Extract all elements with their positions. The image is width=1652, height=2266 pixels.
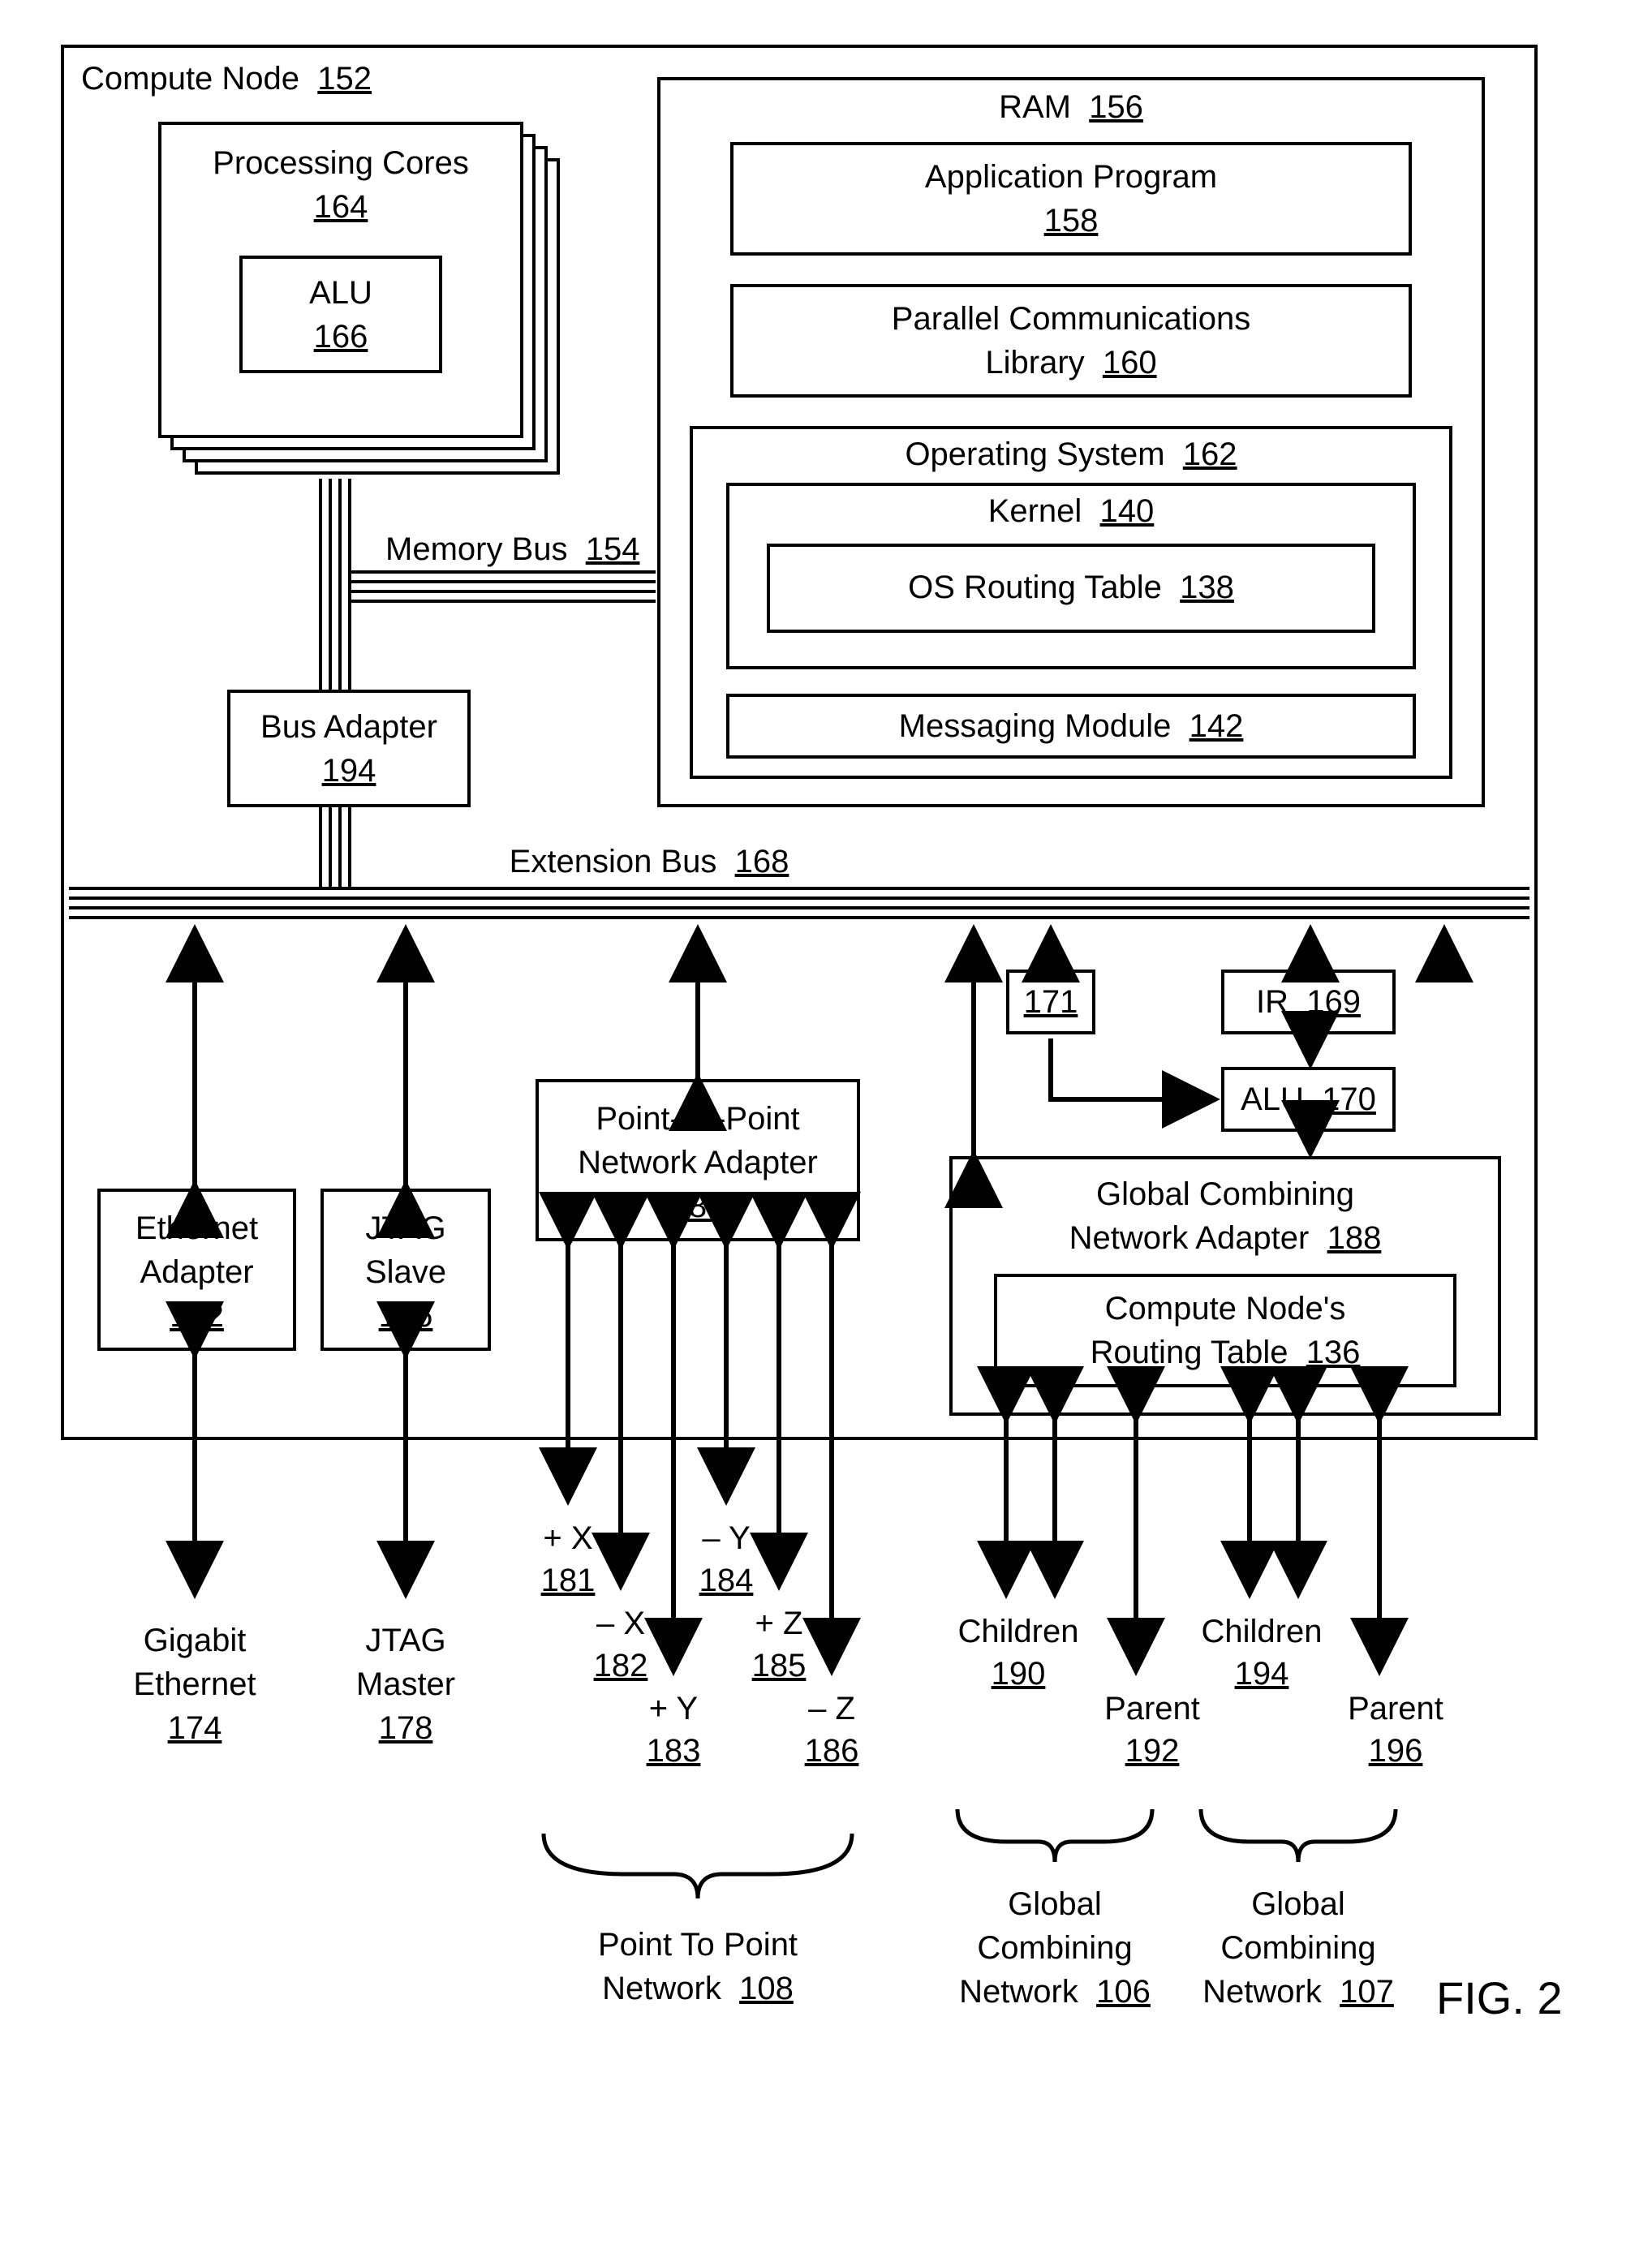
figure-number: FIG. 2 (1436, 1971, 1563, 2024)
gcn-1: Global Combining Network 106 (933, 1882, 1177, 2014)
gcn-2: Global Combining Network 107 (1177, 1882, 1420, 2014)
p2p-network: Point To Point Network 108 (544, 1923, 852, 2010)
